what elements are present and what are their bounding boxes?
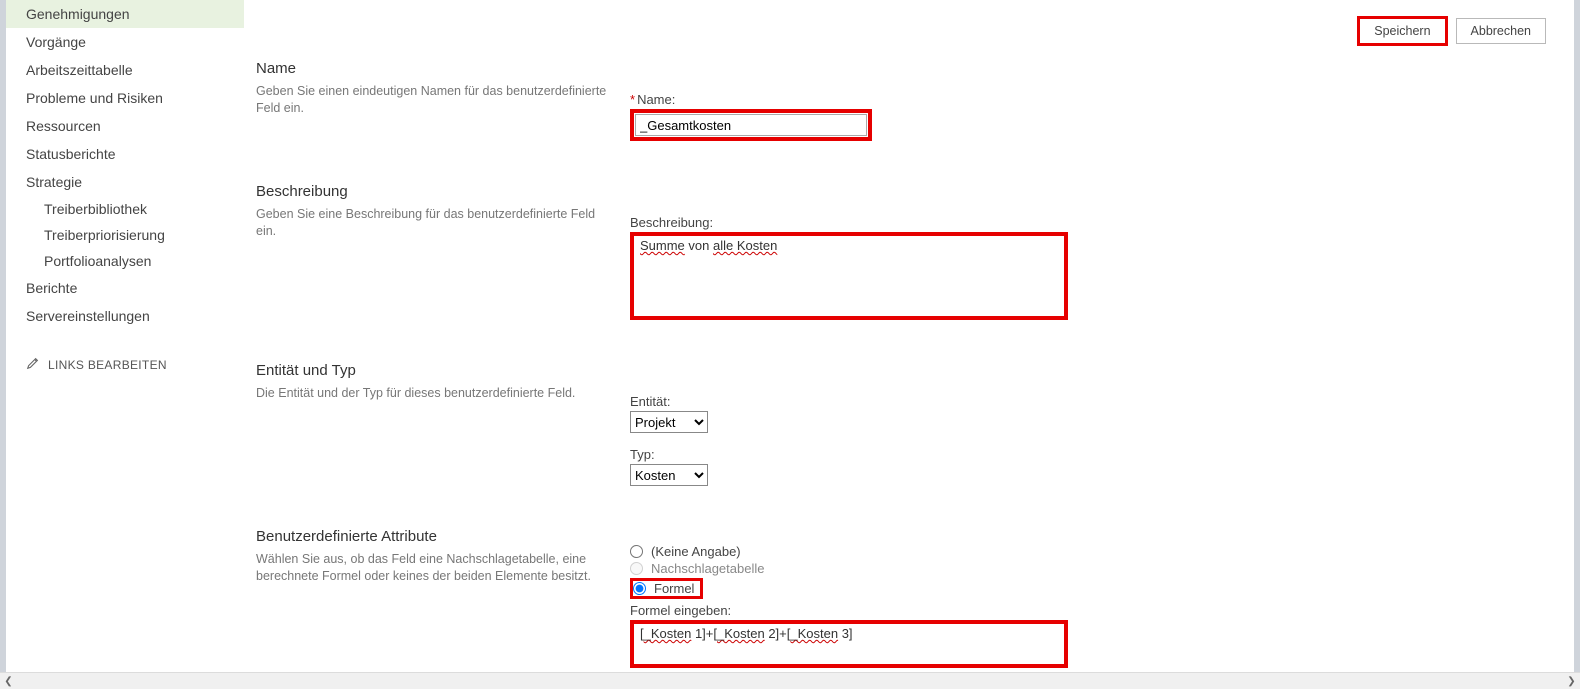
radio-row-formula[interactable]: Formel [630,578,1544,599]
section-entity-title: Entität und Typ [256,362,610,379]
section-attrs-title: Benutzerdefinierte Attribute [256,528,610,545]
edit-links-button[interactable]: LINKS BEARBEITEN [6,356,244,373]
radio-row-none[interactable]: (Keine Angabe) [630,544,1544,559]
type-field-label: Typ: [630,447,1544,462]
entity-field-label: Entität: [630,394,1544,409]
sidebar-item-ressourcen[interactable]: Ressourcen [6,112,244,140]
radio-row-lookup: Nachschlagetabelle [630,561,1544,576]
section-name-title: Name [256,60,610,77]
section-desc-title: Beschreibung [256,183,610,200]
sidebar-item-genehmigungen[interactable]: Genehmigungen [6,0,244,28]
name-field-label: *Name: [630,92,1544,107]
sidebar-item-strategie[interactable]: Strategie [6,168,244,196]
app-viewport: Genehmigungen Vorgänge Arbeitszeittabell… [6,0,1574,672]
section-name-help: Geben Sie einen eindeutigen Namen für da… [256,83,610,117]
sidebar-item-servereinstellungen[interactable]: Servereinstellungen [6,302,244,330]
scroll-right-arrow-icon[interactable]: ❯ [1563,673,1580,689]
section-entity-type: Entität und Typ Die Entität und der Typ … [256,362,1544,500]
type-select[interactable]: Kosten [630,464,708,486]
sidebar-item-treiberpriorisierung[interactable]: Treiberpriorisierung [6,222,244,248]
entity-select[interactable]: Projekt [630,411,708,433]
description-textarea[interactable]: Summe von alle Kosten [630,232,1068,320]
formula-textarea[interactable]: [_Kosten 1]+[_Kosten 2]+[_Kosten 3] [630,620,1068,668]
sidebar-item-statusberichte[interactable]: Statusberichte [6,140,244,168]
scroll-left-arrow-icon[interactable]: ❮ [0,673,17,689]
save-button[interactable]: Speichern [1359,18,1445,44]
action-bar: Speichern Abbrechen [1359,18,1546,44]
sidebar-item-arbeitszeittabelle[interactable]: Arbeitszeittabelle [6,56,244,84]
name-input[interactable] [635,114,867,136]
section-name: Name Geben Sie einen eindeutigen Namen f… [256,60,1544,155]
section-description: Beschreibung Geben Sie eine Beschreibung… [256,183,1544,334]
sidebar-nav: Genehmigungen Vorgänge Arbeitszeittabell… [6,0,244,672]
desc-field-label: Beschreibung: [630,215,1544,230]
pencil-icon [26,356,40,373]
radio-formula[interactable] [633,582,646,595]
radio-none-label: (Keine Angabe) [651,544,741,559]
radio-none[interactable] [630,545,643,558]
section-desc-help: Geben Sie eine Beschreibung für das benu… [256,206,610,240]
sidebar-item-probleme-und-risiken[interactable]: Probleme und Risiken [6,84,244,112]
horizontal-scrollbar[interactable]: ❮ ❯ [0,672,1580,689]
name-label-text: Name: [637,92,675,107]
formula-field-label: Formel eingeben: [630,603,1544,618]
sidebar-item-treiberbibliothek[interactable]: Treiberbibliothek [6,196,244,222]
main-content: Speichern Abbrechen Name Geben Sie einen… [244,0,1574,672]
edit-links-label: LINKS BEARBEITEN [48,358,167,372]
section-entity-help: Die Entität und der Typ für dieses benut… [256,385,610,402]
sidebar-item-berichte[interactable]: Berichte [6,274,244,302]
radio-lookup-label: Nachschlagetabelle [651,561,764,576]
section-attributes: Benutzerdefinierte Attribute Wählen Sie … [256,528,1544,672]
cancel-button[interactable]: Abbrechen [1456,18,1546,44]
name-input-highlight [630,109,872,141]
radio-lookup [630,562,643,575]
radio-formula-label: Formel [654,581,694,596]
section-attrs-help: Wählen Sie aus, ob das Feld eine Nachsch… [256,551,610,585]
sidebar-item-portfolioanalysen[interactable]: Portfolioanalysen [6,248,244,274]
sidebar-item-vorgaenge[interactable]: Vorgänge [6,28,244,56]
